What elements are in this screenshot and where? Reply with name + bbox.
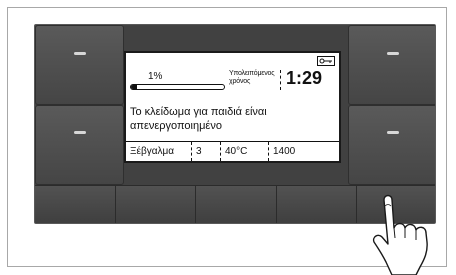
remaining-time-label: Υπολειπόμενος χρόνος xyxy=(229,70,275,85)
progress-bar-fill xyxy=(131,85,137,89)
right-middle-led xyxy=(386,131,399,134)
rinse-setting: 3 xyxy=(191,142,220,161)
settings-row: Ξέβγαλμα 3 40°C 1400 xyxy=(126,141,339,161)
remaining-time: 1:29 xyxy=(286,68,323,88)
left-middle-button[interactable] xyxy=(35,105,124,185)
left-top-button[interactable] xyxy=(35,25,124,105)
temperature-setting: 40°C xyxy=(220,142,268,161)
right-middle-button[interactable] xyxy=(348,105,435,185)
right-top-led xyxy=(386,52,399,55)
bottom-button-2[interactable] xyxy=(114,186,196,223)
time-separator xyxy=(280,70,281,90)
status-message: Το κλείδωμα για παιδιά είναι απενεργοποι… xyxy=(130,106,267,132)
display-screen: 1% Υπολειπόμενος χρόνος 1:29 Το κλείδωμα… xyxy=(124,51,341,163)
left-middle-led xyxy=(73,131,86,134)
progress-percent: 1% xyxy=(148,71,163,82)
bottom-button-3[interactable] xyxy=(195,186,276,223)
bottom-button-1[interactable] xyxy=(35,186,115,223)
pointing-hand-icon xyxy=(372,194,428,275)
key-lock-icon xyxy=(317,56,335,66)
left-top-led xyxy=(73,52,86,55)
bottom-button-4[interactable] xyxy=(275,186,357,223)
right-top-button[interactable] xyxy=(348,25,435,105)
spin-setting: 1400 xyxy=(268,142,339,161)
progress-bar xyxy=(130,84,225,90)
program-setting: Ξέβγαλμα xyxy=(130,146,175,157)
